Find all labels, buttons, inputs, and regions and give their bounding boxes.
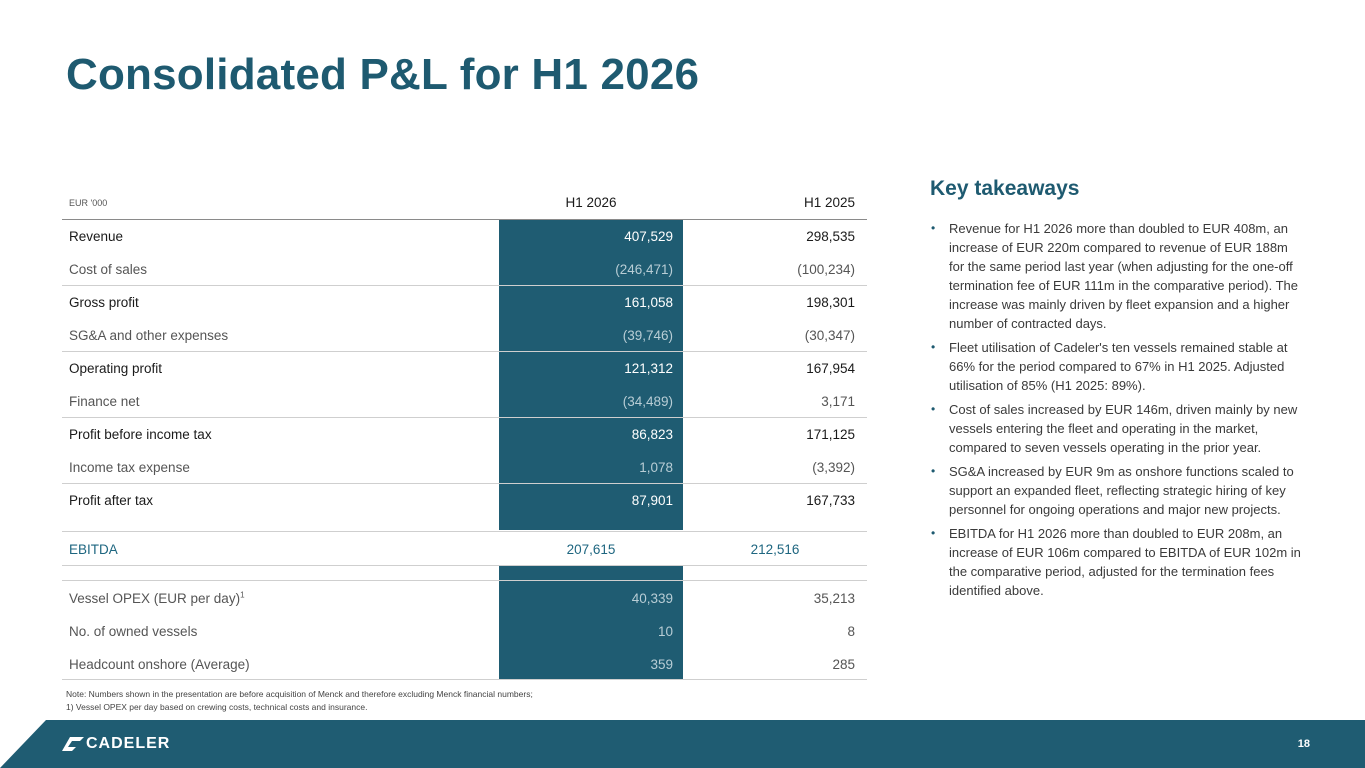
footnote: Note: Numbers shown in the presentation … <box>66 689 533 712</box>
table-row-ebitda: EBITDA 207,615 212,516 <box>69 542 800 557</box>
table-header-row: EUR '000 H1 2026 H1 2025 <box>62 186 867 219</box>
table-row-sga: SG&A and other expenses (39,746) (30,347… <box>69 328 855 343</box>
cadeler-logo-icon <box>62 737 84 751</box>
cadeler-logo: CADELER <box>62 734 170 754</box>
table-row-operating-profit: Operating profit 121,312 167,954 <box>69 361 855 376</box>
list-item: • Fleet utilisation of Cadeler's ten vess… <box>931 340 1288 393</box>
key-takeaways-list: • Revenue for H1 2026 more than doubled t… <box>930 219 1305 605</box>
table-row-profit-after-tax: Profit after tax 87,901 167,733 <box>69 493 855 508</box>
key-takeaways-title: Key takeaways <box>930 177 1080 200</box>
table-row-vessel-opex: Vessel OPEX (EUR per day)1 40,339 35,213 <box>69 590 855 606</box>
table-row-headcount: Headcount onshore (Average) 359 285 <box>69 657 855 672</box>
column-header-h1-2026: H1 2026 <box>565 195 617 210</box>
table-row-revenue: Revenue 407,529 298,535 <box>69 229 855 244</box>
list-item: • SG&A increased by EUR 9m as onshore fun… <box>931 464 1294 517</box>
unit-label: EUR '000 <box>69 197 108 208</box>
list-item: • Cost of sales increased by EUR 146m, dr… <box>931 402 1298 455</box>
bullet-icon: • <box>931 221 936 235</box>
list-item: • EBITDA for H1 2026 more than doubled to… <box>931 526 1301 598</box>
table-row-profit-before-tax: Profit before income tax 86,823 171,125 <box>69 427 855 442</box>
table-row-owned-vessels: No. of owned vessels 10 8 <box>69 624 855 639</box>
page-title: Consolidated P&L for H1 2026 <box>66 50 700 99</box>
table-row-income-tax: Income tax expense 1,078 (3,392) <box>69 460 855 475</box>
bullet-icon: • <box>931 464 936 478</box>
list-item: • Revenue for H1 2026 more than doubled t… <box>931 221 1299 331</box>
table-rule <box>62 580 867 581</box>
table-rule <box>62 565 867 566</box>
table-row-cost-of-sales: Cost of sales (246,471) (100,234) <box>69 262 855 277</box>
table-row-finance-net: Finance net (34,489) 3,171 <box>69 394 855 409</box>
footer-bar <box>0 720 1365 768</box>
bullet-icon: • <box>931 402 936 416</box>
table-row-gross-profit: Gross profit 161,058 198,301 <box>69 295 855 310</box>
footer-corner-cut <box>0 720 46 768</box>
page-number: 18 <box>1297 738 1310 750</box>
table-rule <box>62 531 867 532</box>
column-header-h1-2025: H1 2025 <box>803 195 855 210</box>
bullet-icon: • <box>931 526 936 540</box>
bullet-icon: • <box>931 340 936 354</box>
logo-text: CADELER <box>86 735 171 752</box>
table-rule <box>62 679 867 680</box>
